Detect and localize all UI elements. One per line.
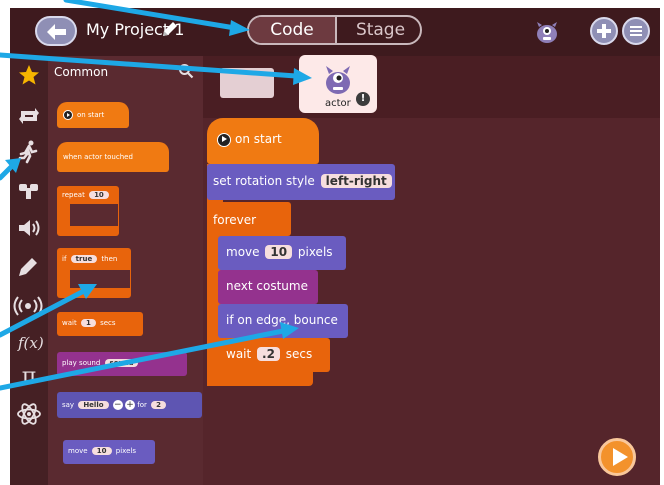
arrow-head-bounce [280, 322, 299, 339]
arrow-to-actor [0, 52, 299, 79]
arrow-head-actor [293, 68, 312, 85]
arrow-head-code-tab [229, 20, 250, 36]
arrow-to-code-tab [63, 0, 238, 31]
arrow-to-bounce [0, 328, 286, 391]
annotation-arrows [0, 0, 312, 391]
arrow-to-motion [0, 164, 14, 181]
arrow-to-if-block [0, 289, 85, 338]
